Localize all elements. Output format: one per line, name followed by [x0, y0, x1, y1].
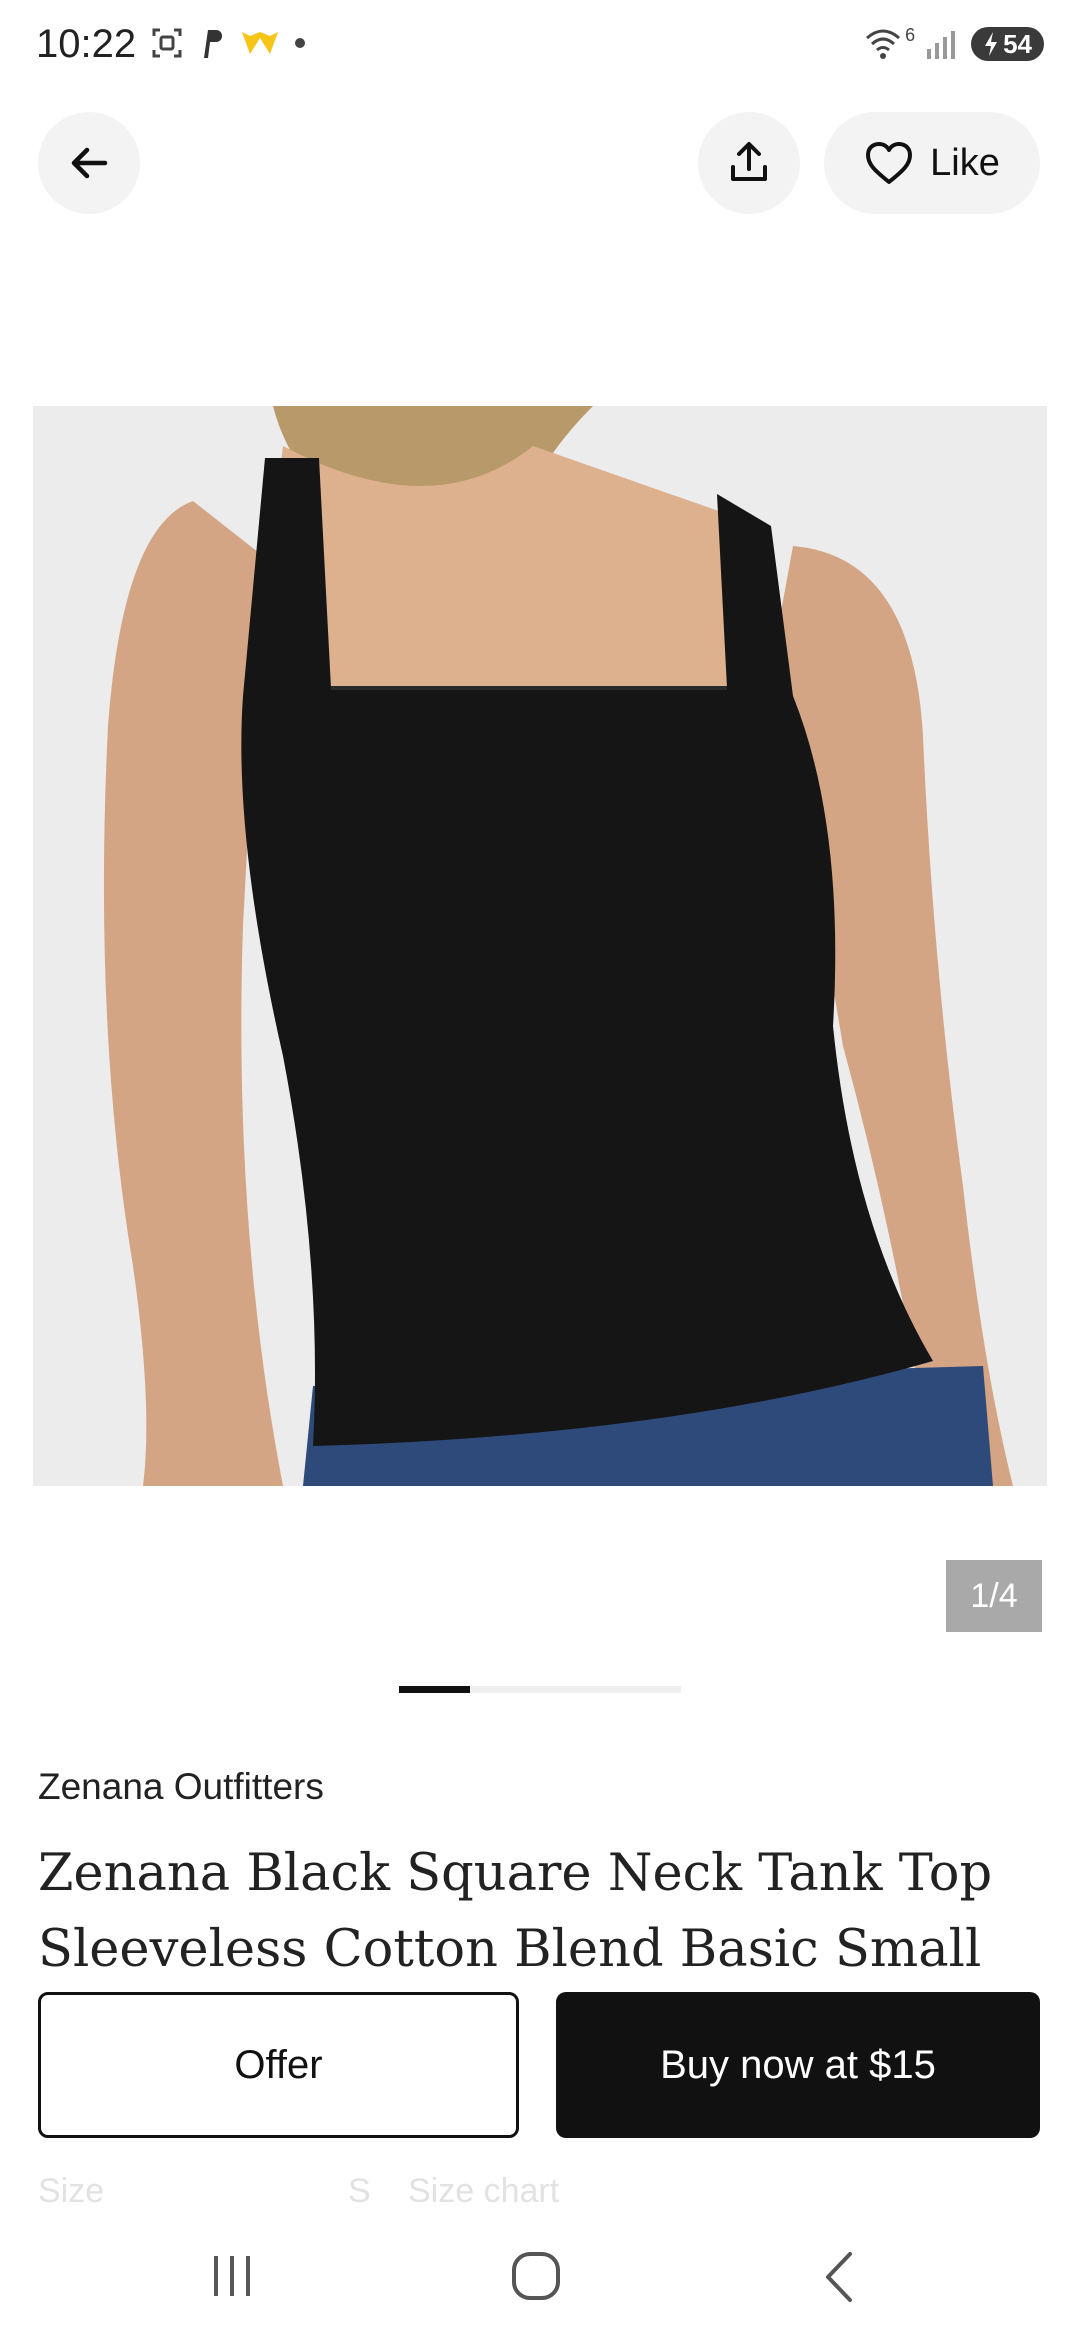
back-button[interactable]	[38, 112, 140, 214]
size-chart-link[interactable]: Size chart	[408, 2172, 559, 2211]
carousel-active-segment	[399, 1686, 470, 1693]
status-bar: 10:22 6 54	[0, 0, 1080, 100]
like-button[interactable]: Like	[824, 112, 1040, 214]
home-icon[interactable]	[510, 2250, 562, 2302]
size-details-row: Size S Size chart	[38, 2172, 1038, 2212]
wish-icon	[242, 32, 278, 54]
size-label: Size	[38, 2172, 105, 2210]
system-navigation-bar	[0, 2220, 1080, 2340]
back-nav-icon[interactable]	[820, 2250, 860, 2304]
recent-apps-icon[interactable]	[210, 2250, 256, 2300]
notification-icons	[150, 26, 306, 60]
brand-name[interactable]: Zenana Outfitters	[38, 1766, 324, 1808]
arrow-left-icon	[71, 147, 108, 179]
battery-indicator: 54	[971, 27, 1044, 61]
more-notifications-dot-icon	[295, 38, 305, 48]
paypal-icon	[204, 30, 222, 58]
product-image[interactable]	[33, 406, 1047, 1486]
carousel-indicator	[399, 1686, 681, 1693]
share-button[interactable]	[698, 112, 800, 214]
product-title: Zenana Black Square Neck Tank Top Sleeve…	[38, 1844, 993, 1979]
product-photo	[33, 406, 1047, 1486]
buy-now-button[interactable]: Buy now at $15	[556, 1992, 1040, 2138]
wifi-badge: 6	[905, 24, 916, 45]
charging-bolt-icon	[985, 32, 998, 56]
share-icon	[731, 142, 767, 181]
heart-icon	[866, 142, 913, 184]
like-label: Like	[930, 141, 1000, 184]
image-counter: 1/4	[946, 1560, 1042, 1632]
screenshot-icon	[152, 28, 182, 58]
system-status-icons: 6 54	[863, 24, 1044, 62]
cell-signal-icon	[927, 31, 956, 59]
size-value: S	[348, 2172, 371, 2210]
status-time: 10:22	[36, 22, 137, 66]
wifi-icon	[866, 29, 901, 59]
battery-level: 54	[1003, 28, 1032, 59]
offer-button[interactable]: Offer	[38, 1992, 519, 2138]
